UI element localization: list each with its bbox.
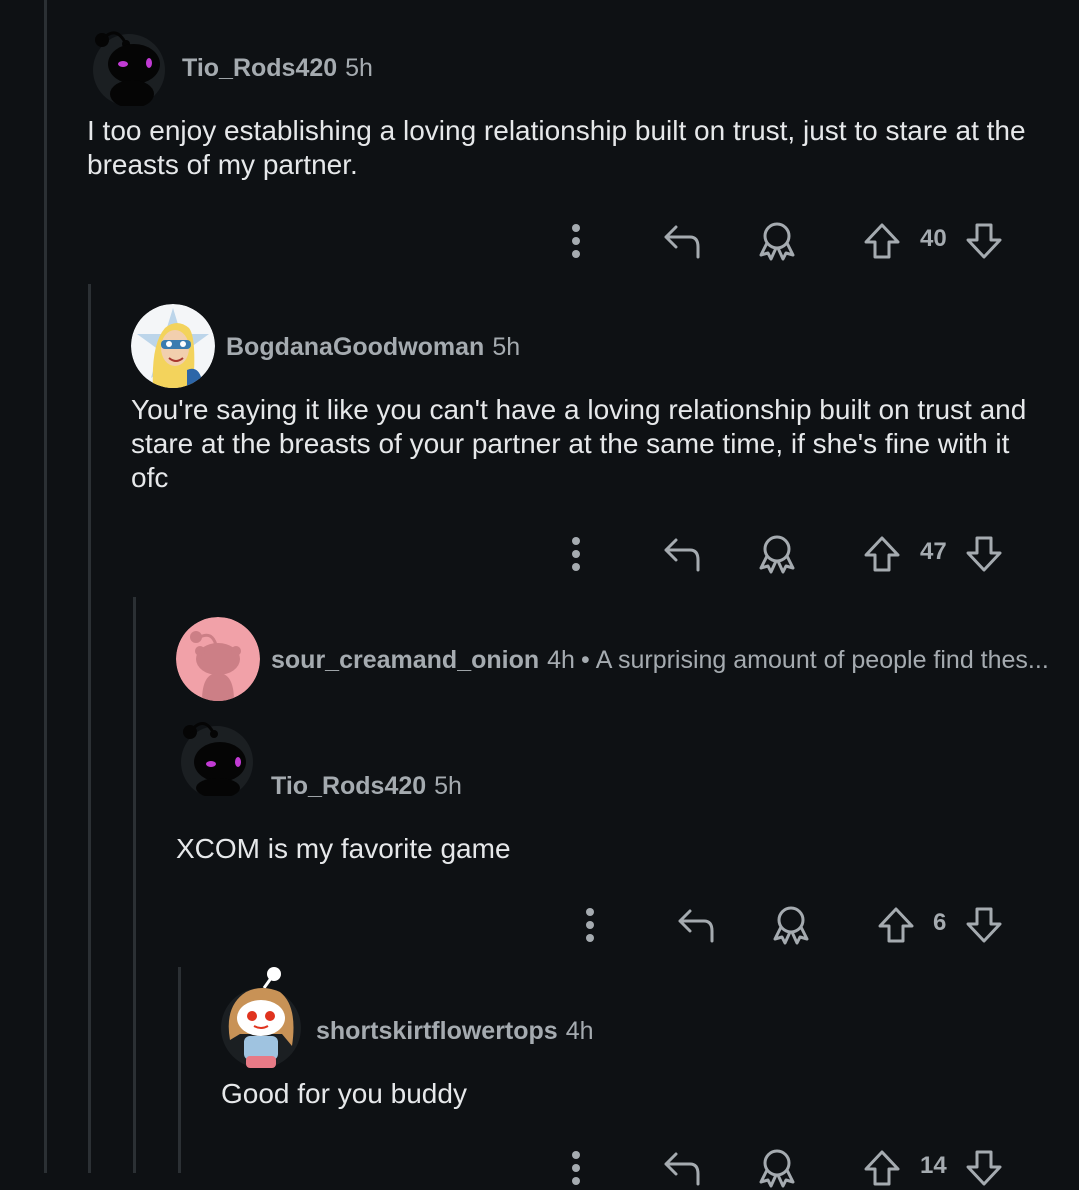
award-icon[interactable] [769, 903, 813, 947]
username[interactable]: Tio_Rods420 [182, 54, 337, 82]
username[interactable]: sour_creamand_onion [271, 646, 539, 674]
upvote-arrow-icon[interactable] [874, 903, 918, 947]
downvote-arrow-icon[interactable] [962, 532, 1006, 576]
timestamp: 5h [492, 333, 521, 361]
collapsed-snippet: A surprising amount of people find thes.… [595, 646, 1049, 674]
comment-meta: BogdanaGoodwoman 5h [226, 333, 520, 362]
vote-score: 40 [920, 225, 947, 252]
username[interactable]: shortskirtflowertops [316, 1017, 558, 1045]
comment-actions: 40 [554, 219, 1014, 263]
thread-line-level-1[interactable] [88, 284, 91, 1173]
more-vertical-icon[interactable] [568, 903, 612, 947]
award-icon[interactable] [755, 1146, 799, 1190]
comment-meta: shortskirtflowertops 4h [316, 1017, 594, 1046]
thread-line-level-0[interactable] [44, 0, 47, 1173]
username[interactable]: BogdanaGoodwoman [226, 333, 484, 361]
timestamp: 5h [434, 772, 462, 800]
reply-arrow-icon[interactable] [674, 903, 718, 947]
username[interactable]: Tio_Rods420 [271, 772, 426, 800]
comment-meta: Tio_Rods420 5h [182, 54, 373, 83]
reply-arrow-icon[interactable] [660, 219, 704, 263]
comment-meta: Tio_Rods420 5h [271, 772, 462, 801]
comment-meta-collapsed[interactable]: sour_creamand_onion 4h • A surprising amoun… [271, 646, 1049, 675]
comment-actions: 47 [554, 532, 1014, 576]
upvote-arrow-icon[interactable] [860, 219, 904, 263]
avatar[interactable] [178, 718, 256, 796]
comment-actions: 6 [568, 903, 1014, 947]
avatar[interactable] [220, 966, 302, 1070]
award-icon[interactable] [755, 532, 799, 576]
downvote-arrow-icon[interactable] [962, 219, 1006, 263]
reply-arrow-icon[interactable] [660, 532, 704, 576]
downvote-arrow-icon[interactable] [962, 1146, 1006, 1190]
award-icon[interactable] [755, 219, 799, 263]
vote-score: 6 [933, 909, 947, 936]
timestamp: 4h [547, 646, 575, 674]
comment-body: XCOM is my favorite game [176, 833, 511, 864]
avatar[interactable] [176, 617, 260, 701]
thread-line-level-3[interactable] [178, 967, 181, 1173]
separator-dot: • [580, 646, 590, 674]
more-vertical-icon[interactable] [554, 532, 598, 576]
vote-score: 47 [920, 538, 947, 565]
timestamp: 5h [345, 54, 373, 82]
avatar[interactable] [90, 28, 168, 106]
upvote-arrow-icon[interactable] [860, 532, 904, 576]
comment-actions: 14 [554, 1146, 1014, 1190]
timestamp: 4h [565, 1017, 594, 1045]
comment-body: You're saying it like you can't have a l… [131, 394, 1027, 493]
comment-body: Good for you buddy [221, 1078, 467, 1109]
downvote-arrow-icon[interactable] [962, 903, 1006, 947]
comment-body: I too enjoy establishing a loving relati… [87, 115, 1026, 180]
upvote-arrow-icon[interactable] [860, 1146, 904, 1190]
more-vertical-icon[interactable] [554, 1146, 598, 1190]
vote-score: 14 [920, 1152, 947, 1179]
thread-line-level-2[interactable] [133, 597, 136, 1173]
more-vertical-icon[interactable] [554, 219, 598, 263]
reply-arrow-icon[interactable] [660, 1146, 704, 1190]
avatar[interactable] [131, 304, 215, 388]
